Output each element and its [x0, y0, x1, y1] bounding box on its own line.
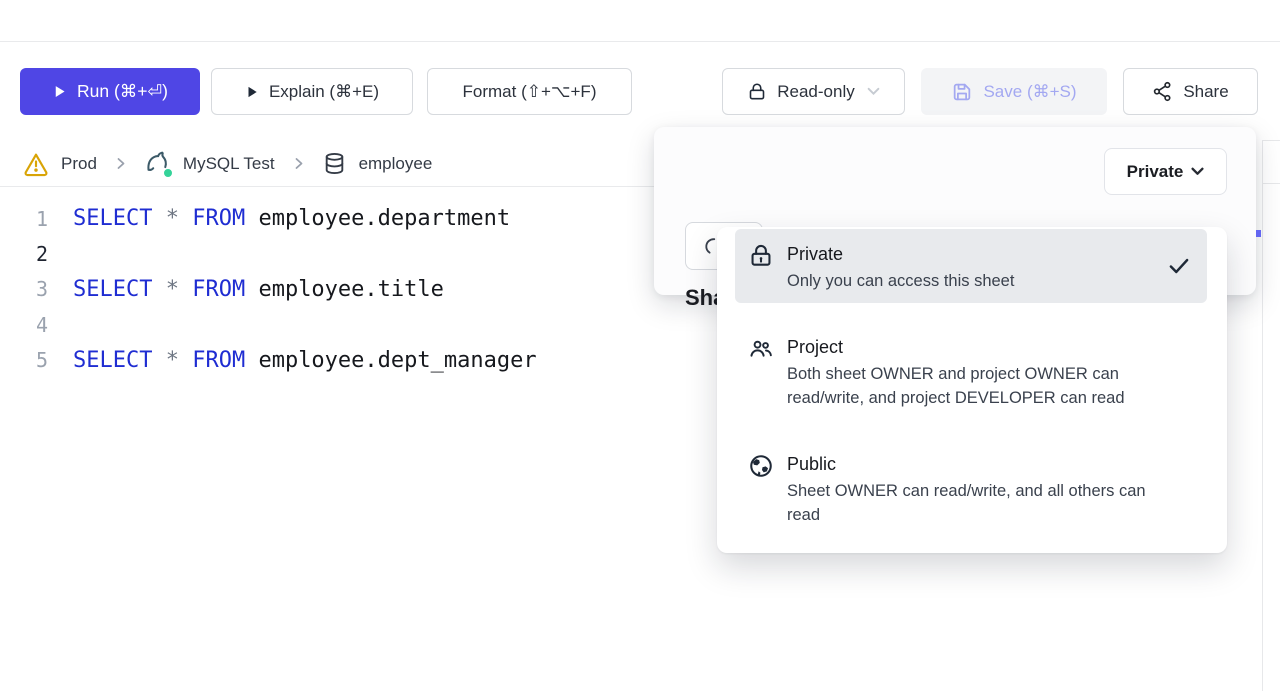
play-icon — [52, 84, 67, 99]
save-icon — [951, 81, 973, 103]
line-number-active: 2 — [0, 242, 48, 266]
lock-icon — [748, 243, 774, 269]
sql-editor-screen: Run (⌘+⏎) Explain (⌘+E) Format (⇧+⌥+F) R… — [0, 0, 1280, 691]
globe-icon — [748, 453, 774, 479]
breadcrumb: Prod MySQL Test employee — [0, 141, 680, 187]
mysql-icon — [144, 150, 171, 177]
explain-button-label: Explain (⌘+E) — [269, 82, 379, 102]
warning-triangle-icon — [23, 151, 49, 177]
line-number: 1 — [0, 207, 48, 231]
save-button: Save (⌘+S) — [921, 68, 1107, 115]
breadcrumb-environment[interactable]: Prod — [23, 151, 97, 177]
database-icon — [322, 151, 347, 176]
code-text: SELECT * FROM employee.department — [73, 206, 510, 231]
run-button[interactable]: Run (⌘+⏎) — [20, 68, 200, 115]
readonly-label: Read-only — [777, 82, 855, 102]
play-icon — [245, 85, 259, 99]
explain-button[interactable]: Explain (⌘+E) — [211, 68, 413, 115]
sql-editor[interactable]: 1 SELECT * FROM employee.department 2 3 … — [0, 201, 654, 378]
link-access-menu: Private Only you can access this sheet P… — [717, 227, 1227, 553]
option-title: Public — [787, 452, 836, 476]
line-number: 4 — [0, 313, 48, 337]
line-number: 5 — [0, 348, 48, 372]
menu-option-project[interactable]: Project Both sheet OWNER and project OWN… — [735, 322, 1207, 420]
right-panel-line — [1262, 140, 1280, 141]
lock-icon — [747, 82, 767, 102]
code-text: SELECT * FROM employee.dept_manager — [73, 348, 537, 373]
code-line[interactable]: 5 SELECT * FROM employee.dept_manager — [0, 343, 654, 378]
code-line[interactable]: 3 SELECT * FROM employee.title — [0, 272, 654, 307]
database-label: employee — [359, 154, 433, 174]
share-button-label: Share — [1183, 82, 1228, 102]
code-line[interactable]: 2 — [0, 236, 654, 271]
breadcrumb-instance[interactable]: MySQL Test — [144, 150, 275, 177]
instance-label: MySQL Test — [183, 154, 275, 174]
right-panel-divider — [1262, 140, 1263, 691]
chevron-right-icon — [291, 156, 306, 171]
code-text: SELECT * FROM employee.title — [73, 277, 444, 302]
save-button-label: Save (⌘+S) — [983, 82, 1076, 102]
breadcrumb-database[interactable]: employee — [322, 151, 433, 176]
option-description: Both sheet OWNER and project OWNER can r… — [787, 363, 1179, 410]
chevron-right-icon — [113, 156, 128, 171]
option-title: Private — [787, 242, 843, 266]
environment-label: Prod — [61, 154, 97, 174]
right-panel-line — [1262, 183, 1280, 184]
occluded-icon-fragment — [1256, 230, 1261, 237]
option-title: Project — [787, 335, 843, 359]
share-button[interactable]: Share — [1123, 68, 1258, 115]
link-access-value: Private — [1127, 162, 1184, 182]
status-dot — [163, 168, 173, 178]
chevron-down-icon — [867, 87, 880, 96]
menu-option-private[interactable]: Private Only you can access this sheet — [735, 229, 1207, 303]
run-button-label: Run (⌘+⏎) — [77, 81, 168, 102]
option-description: Sheet OWNER can read/write, and all othe… — [787, 480, 1179, 527]
link-access-dropdown[interactable]: Private — [1104, 148, 1227, 195]
users-icon — [748, 336, 774, 362]
readonly-mode-dropdown[interactable]: Read-only — [722, 68, 905, 115]
format-button[interactable]: Format (⇧+⌥+F) — [427, 68, 632, 115]
code-line[interactable]: 4 — [0, 307, 654, 342]
line-number: 3 — [0, 277, 48, 301]
format-button-label: Format (⇧+⌥+F) — [463, 82, 597, 102]
topbar — [0, 0, 1280, 42]
share-nodes-icon — [1152, 81, 1173, 102]
option-description: Only you can access this sheet — [787, 270, 1179, 294]
code-line[interactable]: 1 SELECT * FROM employee.department — [0, 201, 654, 236]
check-icon — [1166, 253, 1192, 279]
menu-option-public[interactable]: Public Sheet OWNER can read/write, and a… — [735, 439, 1207, 537]
chevron-down-icon — [1191, 167, 1204, 176]
